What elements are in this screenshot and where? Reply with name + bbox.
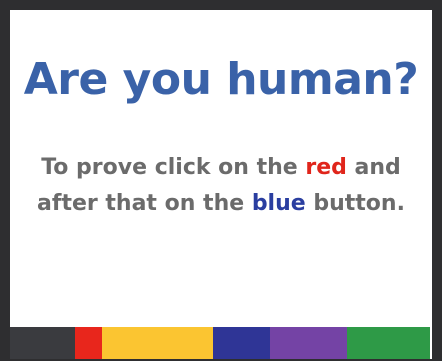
captcha-instructions: To prove click on the red and after that… [10,150,432,222]
red-button[interactable] [75,327,102,359]
instruction-text: button. [305,191,405,216]
blue-keyword: blue [251,191,306,216]
green-button[interactable] [347,327,430,359]
instruction-text: after that on the [37,191,252,216]
instruction-line-1: To prove click on the red and [10,150,432,186]
color-button-bar [10,327,432,359]
yellow-button[interactable] [102,327,213,359]
dark-gray-button[interactable] [10,327,75,359]
instruction-text: and [346,155,401,180]
captcha-title: Are you human? [23,54,419,105]
captcha-frame: Are you human? To prove click on the red… [0,0,442,361]
instruction-text: To prove click on the [41,155,306,180]
purple-button[interactable] [270,327,347,359]
navy-button[interactable] [213,327,270,359]
instruction-line-2: after that on the blue button. [10,186,432,222]
red-keyword: red [305,155,347,180]
